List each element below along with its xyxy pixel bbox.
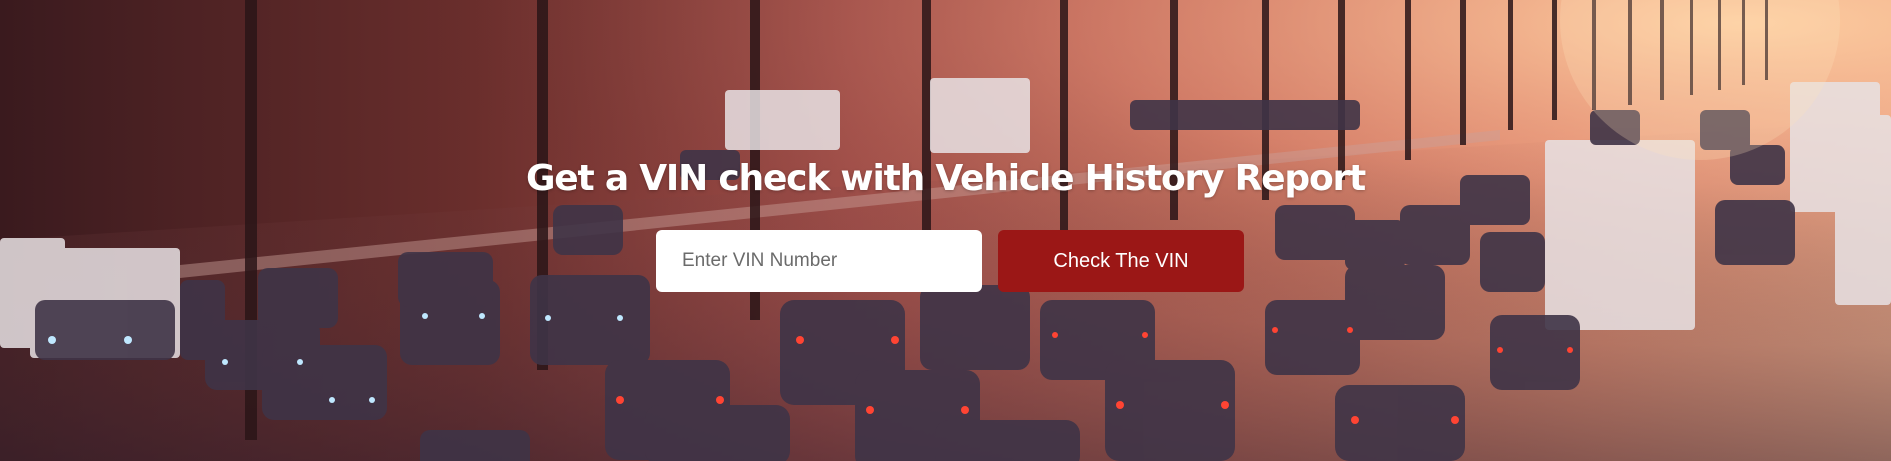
vin-check-form: Check The VIN (656, 230, 1244, 292)
hero-section: Get a VIN check with Vehicle History Rep… (0, 0, 1891, 461)
check-vin-button[interactable]: Check The VIN (998, 230, 1244, 292)
vin-number-input[interactable] (656, 230, 982, 292)
page-headline: Get a VIN check with Vehicle History Rep… (525, 158, 1366, 199)
